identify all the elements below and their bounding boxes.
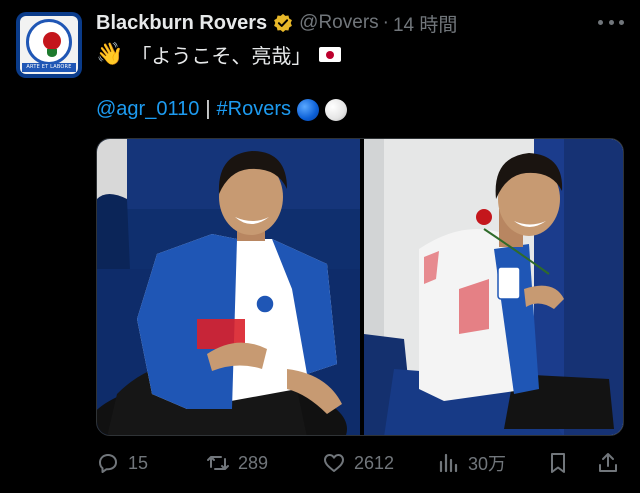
- like-button[interactable]: 2612: [322, 450, 394, 476]
- rose-icon: [43, 32, 61, 50]
- like-count: 2612: [354, 452, 395, 473]
- media-grid: [96, 138, 624, 436]
- tweet-header: Blackburn Rovers @Rovers · 14 時間: [96, 10, 457, 36]
- avatar[interactable]: ARTE ET LABORE: [16, 12, 82, 78]
- photo-player-front[interactable]: [97, 139, 360, 435]
- photo-player-back[interactable]: [364, 139, 623, 435]
- retweet-button[interactable]: 289: [206, 450, 268, 476]
- display-name[interactable]: Blackburn Rovers: [96, 12, 267, 35]
- bookmark-button[interactable]: [546, 450, 578, 476]
- retweet-icon: [207, 456, 229, 470]
- handle[interactable]: @Rovers: [299, 12, 378, 34]
- crest-motto: ARTE ET LABORE: [22, 63, 76, 72]
- japan-flag-icon: [319, 47, 342, 62]
- mention-link[interactable]: @agr_0110: [96, 98, 199, 121]
- views-count: 30万: [468, 454, 507, 474]
- heart-icon: [324, 454, 344, 472]
- reply-count: 15: [128, 452, 149, 473]
- tweet-text-line2: @agr_0110 | #Rovers: [96, 98, 348, 121]
- bookmark-icon: [551, 453, 565, 473]
- views-button[interactable]: 30万: [436, 450, 506, 476]
- club-crest-icon: ARTE ET LABORE: [20, 16, 78, 74]
- waving-hand-icon: 👋: [96, 42, 124, 67]
- reply-button[interactable]: 15: [96, 450, 148, 476]
- player-back-illustration: [364, 139, 623, 435]
- timestamp[interactable]: 14 時間: [393, 10, 457, 37]
- verified-badge-icon: [274, 13, 293, 33]
- hashtag-link[interactable]: #Rovers: [217, 98, 291, 121]
- share-icon: [599, 453, 617, 472]
- text-divider: |: [205, 98, 211, 120]
- retweet-count: 289: [238, 452, 269, 473]
- player-front-illustration: [97, 139, 360, 435]
- reply-icon: [99, 454, 117, 473]
- tweet-greeting: 「ようこそ、亮哉」: [131, 46, 312, 68]
- views-bar-chart-icon: [439, 453, 458, 473]
- white-circle-icon: [325, 98, 348, 121]
- more-options-icon[interactable]: [598, 12, 624, 32]
- action-bar: 15 289 2612 30万: [96, 450, 624, 476]
- tweet-text-line1: 👋 「ようこそ、亮哉」: [96, 40, 342, 69]
- share-button[interactable]: [596, 450, 628, 476]
- separator-dot: ·: [382, 12, 389, 33]
- blue-circle-icon: [297, 98, 320, 121]
